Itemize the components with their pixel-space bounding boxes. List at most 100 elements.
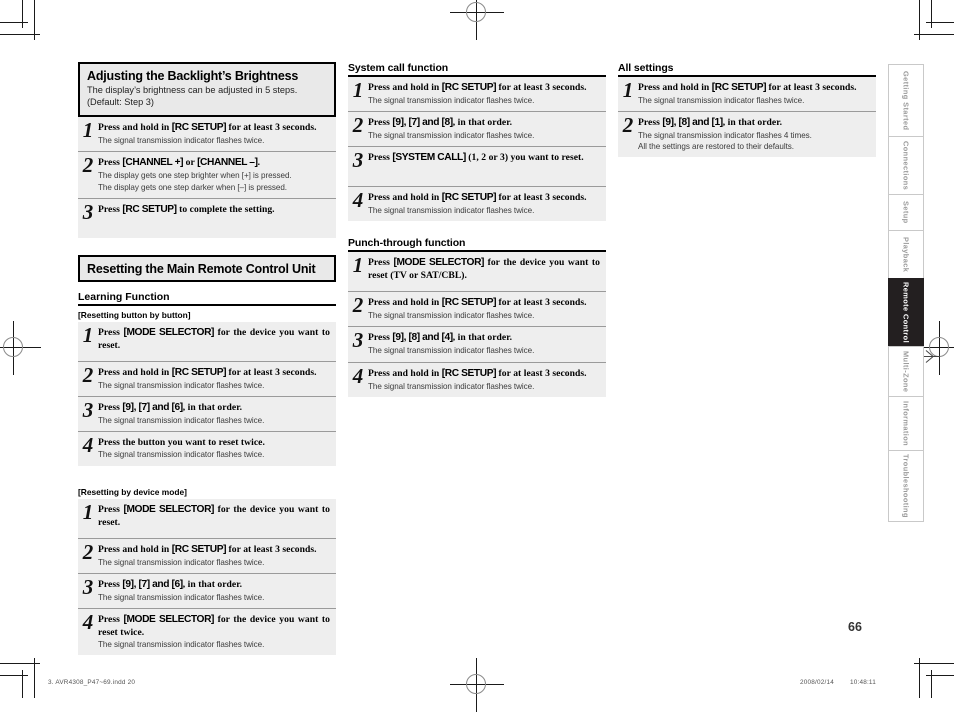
step-body: Press and hold in [RC SETUP] for at leas… [368,367,600,392]
step-text-pre: Press and hold in [98,122,172,134]
key-label: [MODE SELECTOR] [393,257,485,269]
step-item: 3 Press [9], [8] and [4], in that order.… [348,327,606,363]
key-label: [RC SETUP] [441,82,497,93]
steps-punch-through: 1 Press [MODE SELECTOR] for the device y… [348,252,606,398]
step-item: 3 Press [9], [7] and [6], in that order.… [78,397,336,433]
tab-connections[interactable]: Connections [888,136,924,194]
step-note-2: All the settings are restored to their d… [638,142,794,152]
step-instruction: Press and hold in [RC SETUP] for at leas… [638,82,870,95]
key-label: [MODE SELECTOR] [123,327,215,339]
step-instruction: Press and hold in [RC SETUP] for at leas… [368,82,600,95]
step-number: 3 [352,328,364,353]
step-text-pre: Press [368,332,393,344]
step-instruction: Press [9], [8] and [4], in that order. [368,332,600,345]
step-item: 2 Press and hold in [RC SETUP] for at le… [78,362,336,398]
section-heading-all-settings: All settings [618,62,876,77]
step-item: 4 Press [MODE SELECTOR] for the device y… [78,609,336,655]
step-item: 1 Press and hold in [RC SETUP] for at le… [618,77,876,113]
chapter-tab-rail: Getting Started Connections Setup Playba… [888,64,924,522]
step-text-pre: Press and hold in [638,82,712,93]
step-number: 1 [82,499,94,524]
section-subtitle-line2: (Default: Step 3) [87,97,154,108]
step-text-post: for at least 3 seconds. [226,122,317,134]
step-note: The signal transmission indicator flashe… [368,206,535,216]
tab-label: Setup [901,201,911,224]
key-label: [RC SETUP] [171,543,227,555]
key-label: [CHANNEL +] [122,157,184,169]
key-label: [RC SETUP] [441,297,497,309]
section-heading-system-call: System call function [348,62,606,77]
step-number: 1 [352,78,364,102]
key-label: [9], [8] and [4] [392,332,453,344]
tab-label: Information [901,400,911,447]
column-right: All settings 1 Press and hold in [RC SET… [618,62,876,159]
key-label: [RC SETUP] [171,122,227,134]
step-item: 3 Press [SYSTEM CALL] (1, 2 or 3) you wa… [348,147,606,188]
tab-label: Multi-Zone [901,350,911,393]
key-label: [RC SETUP] [122,203,177,215]
step-body: Press [SYSTEM CALL] (1, 2 or 3) you want… [368,151,600,165]
step-text-pre: Press the button you want to reset twice… [98,437,265,449]
key-label: [MODE SELECTOR] [123,613,215,625]
step-text-pre: Press [98,613,124,625]
step-item: 3 Press [9], [7] and [6], in that order.… [78,574,336,609]
step-note: The signal transmission indicator flashe… [368,381,535,391]
step-item: 2 Press and hold in [RC SETUP] for at le… [78,539,336,574]
key-label: [9], [7] and [6] [122,402,183,414]
step-text-pre: Press [368,117,393,129]
step-item: 2 Press [9], [7] and [8], in that order.… [348,112,606,148]
key-label: [SYSTEM CALL] [392,152,466,164]
section-title-reset: Resetting the Main Remote Control Unit [78,254,336,283]
step-text-post: for at least 3 seconds. [496,192,587,204]
tab-getting-started[interactable]: Getting Started [888,64,924,136]
key-label: [9], [8] and [1] [662,117,723,129]
key-label: [9], [7] and [8] [392,117,453,129]
step-item: 2 Press and hold in [RC SETUP] for at le… [348,292,606,328]
step-text-pre: Press and hold in [98,367,172,379]
steps-reset-device-mode: 1 Press [MODE SELECTOR] for the device y… [78,498,336,657]
column-middle: System call function 1 Press and hold in… [348,62,606,398]
step-text-pre: Press [98,503,124,515]
step-instruction: Press [SYSTEM CALL] (1, 2 or 3) you want… [368,152,600,165]
step-text-post: . [257,157,261,169]
tab-setup[interactable]: Setup [888,194,924,230]
step-number: 1 [352,253,364,278]
section-title-backlight: Adjusting the Backlight’s Brightness The… [78,62,336,118]
step-text-pre: Press [98,402,123,414]
step-body: Press and hold in [RC SETUP] for at leas… [98,543,330,568]
manual-page: Adjusting the Backlight’s Brightness The… [0,0,954,698]
step-instruction: Press [9], [7] and [6], in that order. [98,579,330,592]
step-item: 1 Press and hold in [RC SETUP] for at le… [78,117,336,153]
tab-playback[interactable]: Playback [888,230,924,278]
step-note: The signal transmission indicator flashe… [98,592,265,602]
tab-label: Playback [901,236,911,273]
tab-label: Troubleshooting [901,454,911,518]
step-item: 1 Press [MODE SELECTOR] for the device y… [78,499,336,539]
step-text-pre: Press [98,157,123,169]
step-number: 3 [82,398,94,423]
step-text-pre: Press [98,203,123,215]
steps-reset-button-by-button: 1 Press [MODE SELECTOR] for the device y… [78,322,336,467]
tab-multi-zone[interactable]: Multi-Zone [888,346,924,396]
step-number: 4 [352,363,364,388]
tab-information[interactable]: Information [888,396,924,450]
step-note: The signal transmission indicator flashe… [368,346,535,356]
tab-remote-control[interactable]: Remote Control [888,278,924,346]
step-number: 1 [622,78,634,102]
footer-file-imprint: 3. AVR4308_P47~69.indd 20 [48,679,136,686]
step-item: 2 Press [CHANNEL +] or [CHANNEL –]. The … [78,152,336,199]
step-instruction: Press [RC SETUP] to complete the setting… [98,204,330,217]
step-number: 4 [82,433,94,458]
tab-troubleshooting[interactable]: Troubleshooting [888,450,924,522]
step-number: 2 [82,363,94,388]
step-text-post: , in that order. [182,402,243,414]
page-number: 66 [848,620,862,634]
section-title-text: Resetting the Main Remote Control Unit [87,261,316,276]
steps-all-settings: 1 Press and hold in [RC SETUP] for at le… [618,77,876,159]
step-body: Press [9], [8] and [1], in that order. T… [638,116,870,152]
step-number: 3 [82,199,94,224]
key-label: [MODE SELECTOR] [123,503,215,515]
tab-label: Connections [901,140,911,191]
step-text-post: for at least 3 seconds. [496,367,587,379]
step-body: Press and hold in [RC SETUP] for at leas… [98,121,330,146]
